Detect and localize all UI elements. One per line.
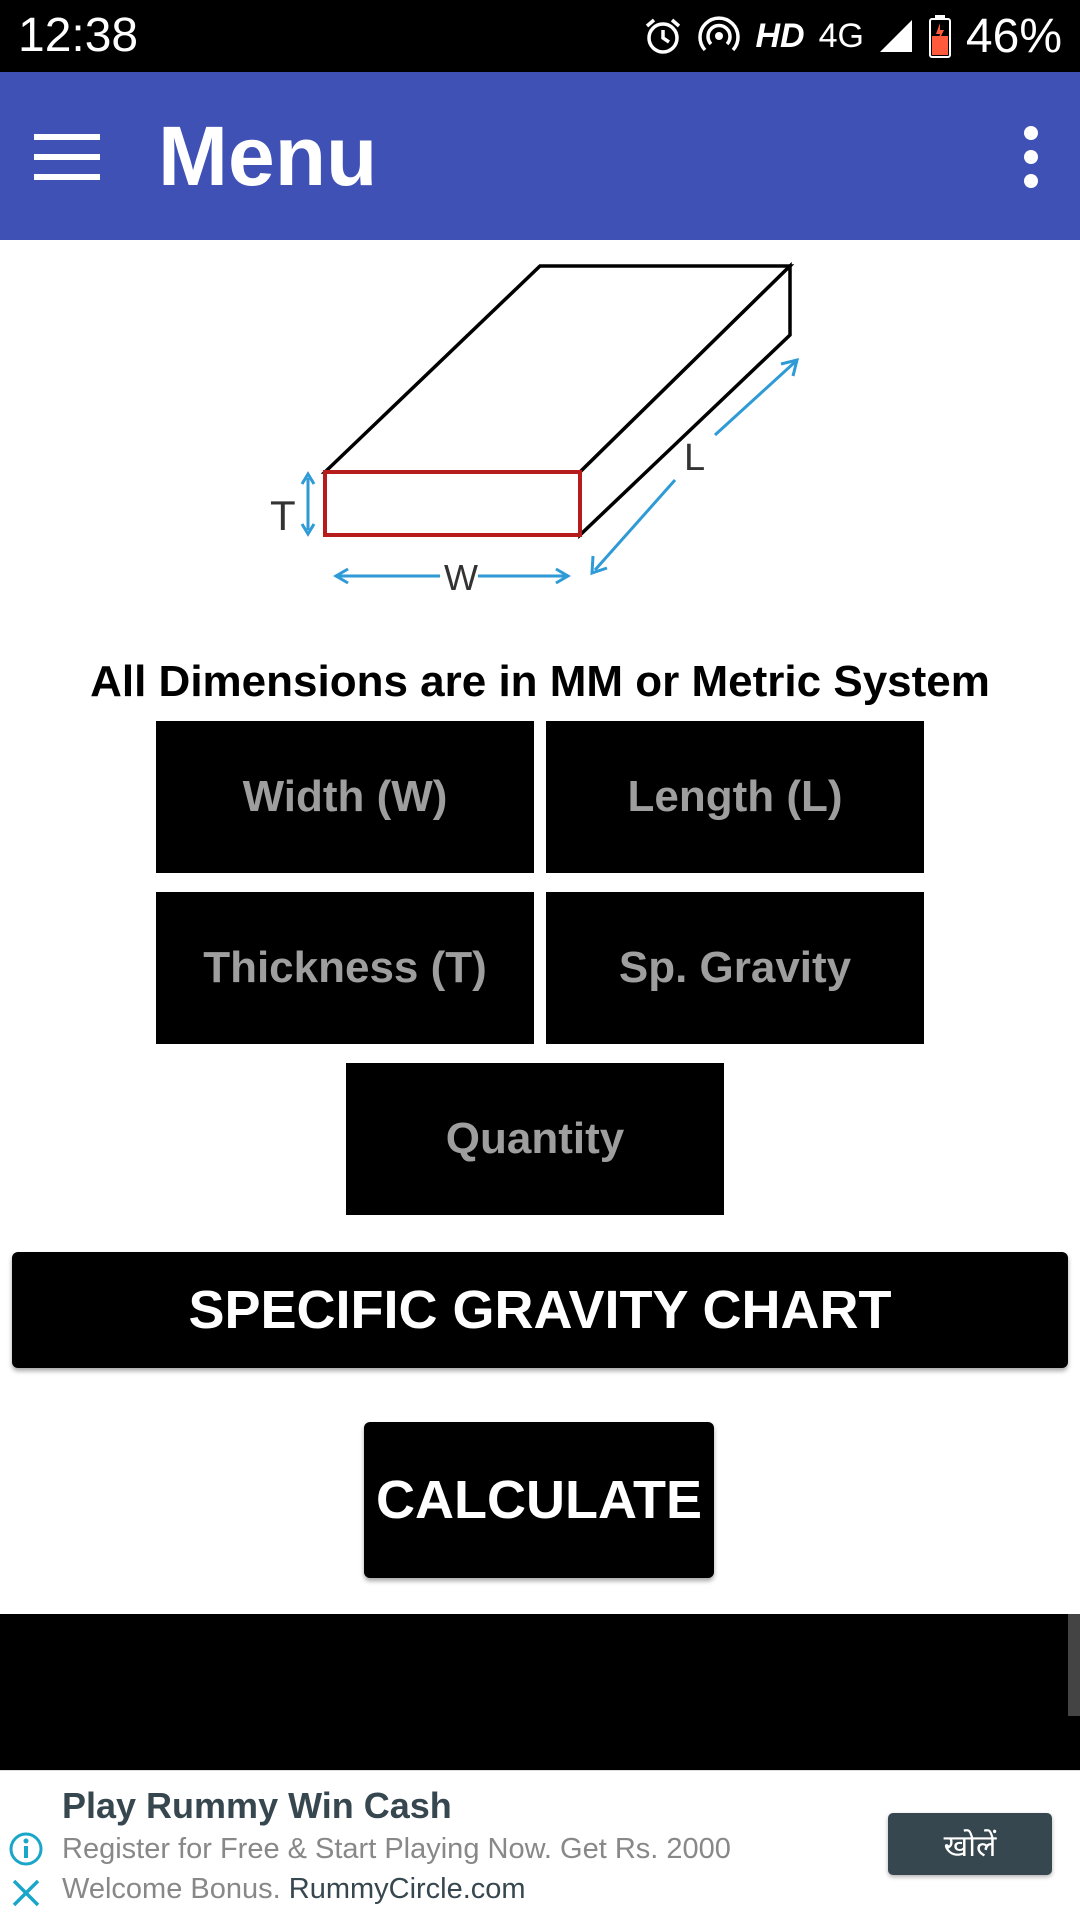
plate-diagram: T W L bbox=[270, 261, 800, 598]
dimensions-note: All Dimensions are in MM or Metric Syste… bbox=[90, 657, 990, 706]
alarm-icon bbox=[646, 18, 681, 54]
thickness-input[interactable] bbox=[156, 892, 534, 1044]
scrollbar-thumb[interactable] bbox=[1068, 1614, 1080, 1716]
specific-gravity-chart-button[interactable]: SPECIFIC GRAVITY CHART bbox=[12, 1252, 1068, 1368]
hd-label: HD bbox=[755, 16, 805, 55]
thickness-label: T bbox=[270, 492, 296, 539]
status-icons: HD 4G 46% bbox=[643, 6, 1062, 66]
page-title: Menu bbox=[158, 109, 378, 203]
close-icon[interactable] bbox=[10, 1877, 42, 1909]
status-bar: 12:38 HD 4G 46% bbox=[0, 0, 1080, 72]
menu-icon[interactable] bbox=[34, 134, 100, 180]
length-label: L bbox=[684, 437, 705, 479]
width-input[interactable] bbox=[156, 721, 534, 873]
app-bar: Menu bbox=[0, 72, 1080, 240]
quantity-input[interactable] bbox=[346, 1063, 724, 1215]
status-time: 12:38 bbox=[18, 9, 139, 62]
more-vert-icon[interactable] bbox=[1016, 126, 1046, 188]
info-icon[interactable] bbox=[8, 1831, 44, 1867]
hotspot-icon bbox=[698, 16, 741, 52]
ad-banner[interactable]: Play Rummy Win Cash Register for Free & … bbox=[0, 1770, 1080, 1921]
signal-icon bbox=[879, 20, 912, 52]
black-panel bbox=[0, 1614, 1080, 1770]
length-input[interactable] bbox=[546, 721, 924, 873]
battery-icon bbox=[928, 15, 951, 58]
ad-title[interactable]: Play Rummy Win Cash bbox=[62, 1783, 452, 1829]
ad-body: Register for Free & Start Playing Now. G… bbox=[62, 1829, 762, 1909]
calculate-button[interactable]: CALCULATE bbox=[364, 1422, 714, 1578]
ad-url[interactable]: RummyCircle.com bbox=[289, 1873, 526, 1905]
battery-percent: 46% bbox=[965, 9, 1062, 63]
width-label: W bbox=[444, 557, 478, 598]
specific-gravity-input[interactable] bbox=[546, 892, 924, 1044]
ad-open-button[interactable]: खोलें bbox=[888, 1813, 1052, 1875]
network-label: 4G bbox=[818, 16, 864, 55]
